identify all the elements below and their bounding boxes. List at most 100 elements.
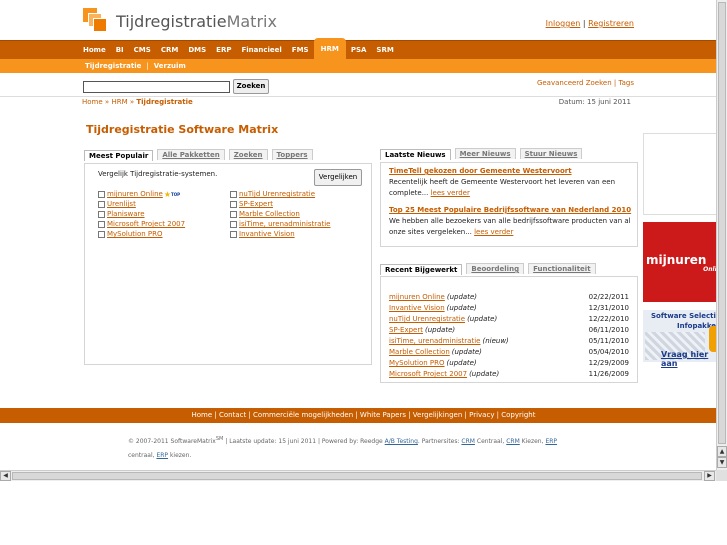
software-link[interactable]: MySolution PRO [107,230,163,238]
software-link[interactable]: isiTime, urenadministratie [239,220,330,228]
news-tabs: Laatste Nieuws Meer Nieuws Stuur Nieuws [380,148,586,160]
tab-alle-pakketten[interactable]: Alle Pakketten [157,149,225,160]
software-link[interactable]: isiTime, urenadministratie [389,337,480,347]
list-item: Planisware [98,209,185,219]
nav-item-hrm[interactable]: HRM [313,38,346,60]
register-link[interactable]: Registreren [588,19,634,28]
software-link[interactable]: nuTijd Urenregistratie [239,190,315,198]
tab-stuur-nieuws[interactable]: Stuur Nieuws [519,148,583,159]
tab-laatste-nieuws[interactable]: Laatste Nieuws [380,149,451,160]
nav-item-crm[interactable]: CRM [156,41,184,60]
footer-links[interactable]: Home | Contact | Commerciële mogelijkhed… [0,408,727,423]
tab-beoordeling[interactable]: Beoordeling [466,263,525,274]
nav-item-srm[interactable]: SRM [371,41,398,60]
read-more-link[interactable]: lees verder [431,189,470,197]
software-link[interactable]: Invantive Vision [239,230,295,238]
nav-item-bi[interactable]: BI [111,41,129,60]
tab-zoeken[interactable]: Zoeken [228,149,268,160]
nav-item-home[interactable]: Home [78,41,111,60]
table-row: isiTime, urenadministratie (nieuw) 05/11/2… [389,337,629,347]
ad-mijnuren-banner[interactable]: mijnuren Online [643,222,727,302]
checkbox[interactable] [230,210,237,218]
subnav-item-tijdregistratie[interactable]: Tijdregistratie [80,59,146,73]
subnav-item-verzuim[interactable]: Verzuim [149,59,191,73]
tab-functionaliteit[interactable]: Functionaliteit [528,263,596,274]
checkbox[interactable] [230,190,237,198]
horizontal-scroll-thumb[interactable] [12,472,702,480]
checkbox[interactable] [98,200,105,208]
software-link[interactable]: Microsoft Project 2007 [389,370,467,380]
sub-nav: Tijdregistratie | Verzuim [0,59,727,73]
checkbox[interactable] [98,220,105,228]
erp-kiezen-link[interactable]: ERP [156,452,168,459]
scroll-left-icon[interactable]: ◀ [0,471,11,481]
software-link[interactable]: Urenlijst [107,200,136,208]
software-link[interactable]: Invantive Vision [389,304,445,314]
software-link[interactable]: mijnuren Online [389,293,445,303]
software-link[interactable]: Planisware [107,210,145,218]
compare-tabs: Meest Populair Alle Pakketten Zoeken Top… [84,149,317,161]
tab-meer-nieuws[interactable]: Meer Nieuws [454,148,516,159]
top-badge: TOP [171,191,181,197]
tab-toppers[interactable]: Toppers [271,149,313,160]
vertical-scrollbar[interactable]: ▲ ▼ [716,0,727,470]
breadcrumb-bar: Home » HRM » Tijdregistratie Datum: 15 j… [0,96,727,109]
search-button[interactable]: Zoeken [233,79,269,94]
software-link[interactable]: MySolution PRO [389,359,445,369]
tab-recent-bijgewerkt[interactable]: Recent Bijgewerkt [380,264,463,275]
breadcrumb-hrm[interactable]: HRM [111,98,127,106]
software-link[interactable]: SP-Expert [389,326,423,336]
nav-item-financieel[interactable]: Financieel [236,41,286,60]
news-body: We hebben alle bezoekers van alle bedrij… [389,217,631,236]
logo-icon[interactable] [83,8,107,32]
ab-testing-link[interactable]: A/B Testing [385,438,418,445]
crm-kiezen-link[interactable]: CRM [506,438,520,445]
nav-item-psa[interactable]: PSA [346,41,372,60]
tab-meest-populair[interactable]: Meest Populair [84,150,154,161]
news-title[interactable]: TimeTell gekozen door Gemeente Westervoo… [389,167,572,175]
compare-button[interactable]: Vergelijken [314,169,362,186]
read-more-link[interactable]: lees verder [474,228,513,236]
software-link[interactable]: Marble Collection [389,348,450,358]
search-input[interactable] [83,81,230,93]
table-row: nuTijd Urenregistratie (update) 12/22/2010 [389,315,629,325]
software-link[interactable]: Marble Collection [239,210,300,218]
breadcrumb-home[interactable]: Home [82,98,103,106]
star-icon: ★ [163,189,172,199]
nav-item-fms[interactable]: FMS [287,41,314,60]
scroll-up-icon[interactable]: ▲ [717,446,727,457]
breadcrumb: Home » HRM » Tijdregistratie [82,98,193,106]
checkbox[interactable] [98,210,105,218]
software-link[interactable]: nuTijd Urenregistratie [389,315,465,325]
checkbox[interactable] [230,200,237,208]
nav-item-erp[interactable]: ERP [211,41,236,60]
software-link[interactable]: mijnuren Online [107,190,163,198]
breadcrumb-current: Tijdregistratie [136,98,193,106]
scroll-right-icon[interactable]: ▶ [704,471,715,481]
nav-item-cms[interactable]: CMS [129,41,156,60]
list-item: Microsoft Project 2007 [98,219,185,229]
site-logo-text[interactable]: TijdregistratieMatrix [116,12,277,31]
software-link[interactable]: SP-Expert [239,200,273,208]
checkbox[interactable] [230,220,237,228]
checkbox[interactable] [230,230,237,238]
vertical-scroll-thumb[interactable] [718,2,726,444]
login-link[interactable]: Inloggen [546,19,581,28]
crm-centraal-link[interactable]: CRM [461,438,475,445]
scroll-down-icon[interactable]: ▼ [717,457,727,468]
tags-link[interactable]: Tags [619,79,635,87]
table-row: mijnuren Online (update) 02/22/2011 [389,293,629,303]
advanced-search-link[interactable]: Geavanceerd Zoeken [537,79,612,87]
advanced-links: Geavanceerd Zoeken | Tags [536,79,635,87]
checkbox[interactable] [98,190,105,198]
horizontal-scrollbar[interactable]: ◀ ▶ [0,470,716,481]
table-row: SP-Expert (update) 06/11/2010 [389,326,629,336]
nav-item-dms[interactable]: DMS [183,41,211,60]
erp-centraal-link[interactable]: ERP [545,438,557,445]
checkbox[interactable] [98,230,105,238]
footer-bar: Home | Contact | Commerciële mogelijkhed… [0,408,727,423]
software-link[interactable]: Microsoft Project 2007 [107,220,185,228]
software-list-col2: nuTijd Urenregistratie SP-Expert Marble … [230,189,330,239]
software-list-col1: mijnuren Online ★ TOP Urenlijst Planisware… [98,189,185,239]
news-title[interactable]: Top 25 Meest Populaire Bedrijfssoftware … [389,206,631,214]
